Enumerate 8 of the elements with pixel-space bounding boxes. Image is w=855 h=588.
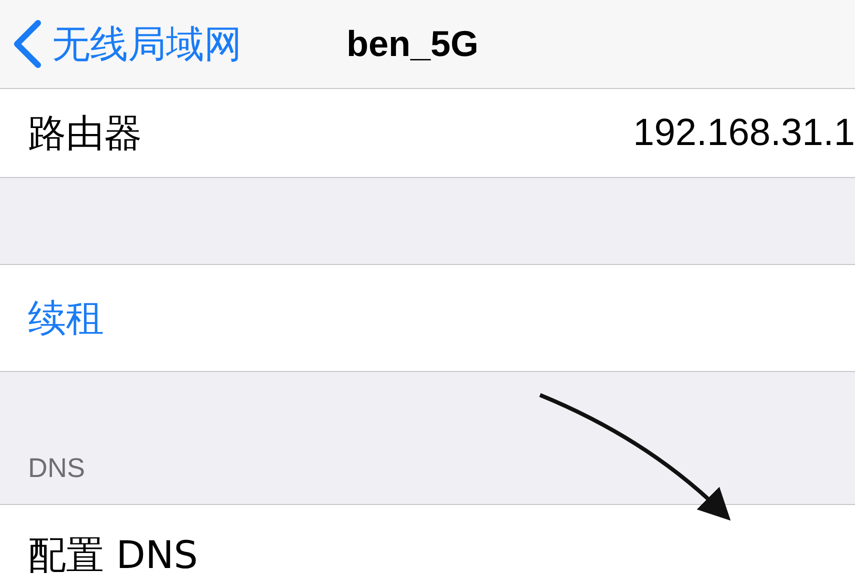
row-value: 192.168.31.1 [633,112,855,154]
renew-lease-button[interactable]: 续租 [28,292,104,344]
back-chevron-icon[interactable] [12,20,42,68]
nav-title: ben_5G [346,23,480,65]
row-label: 路由器 [28,110,142,156]
row-label: 配置 DNS [28,532,198,578]
section-header: DNS [27,453,86,485]
back-link[interactable]: 无线局域网 [52,18,242,70]
